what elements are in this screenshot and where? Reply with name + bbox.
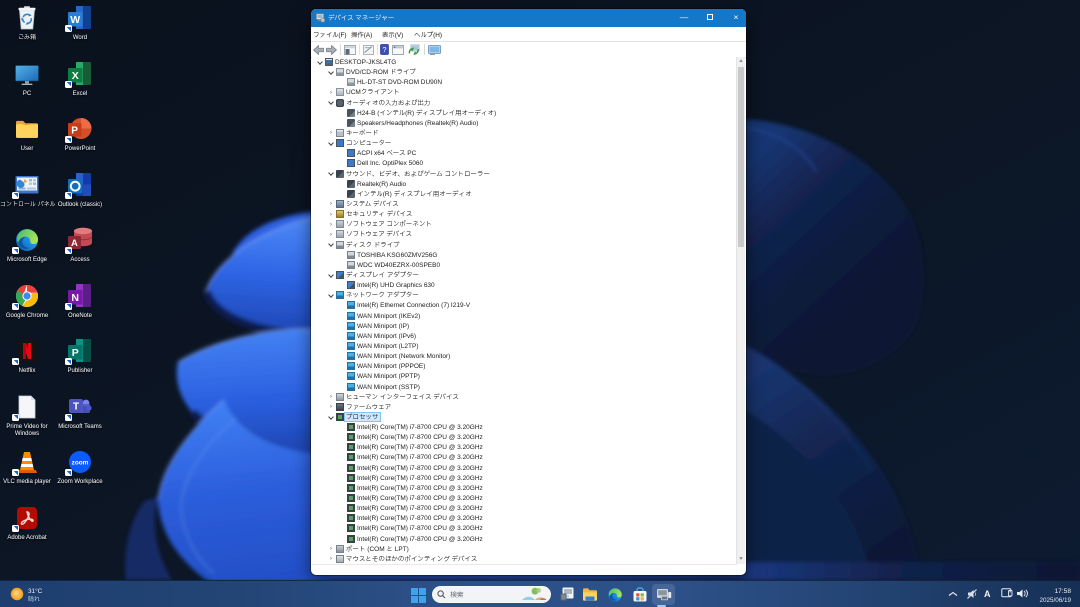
svg-text:X: X: [72, 70, 79, 82]
svg-text:A: A: [71, 238, 78, 249]
svg-text:W: W: [70, 14, 80, 26]
svg-text:T: T: [73, 401, 79, 412]
svg-text:P: P: [71, 126, 78, 137]
svg-text:zoom: zoom: [72, 460, 89, 467]
svg-text:N: N: [71, 292, 79, 304]
svg-text:P: P: [72, 347, 79, 359]
svg-text:?: ?: [382, 45, 386, 54]
